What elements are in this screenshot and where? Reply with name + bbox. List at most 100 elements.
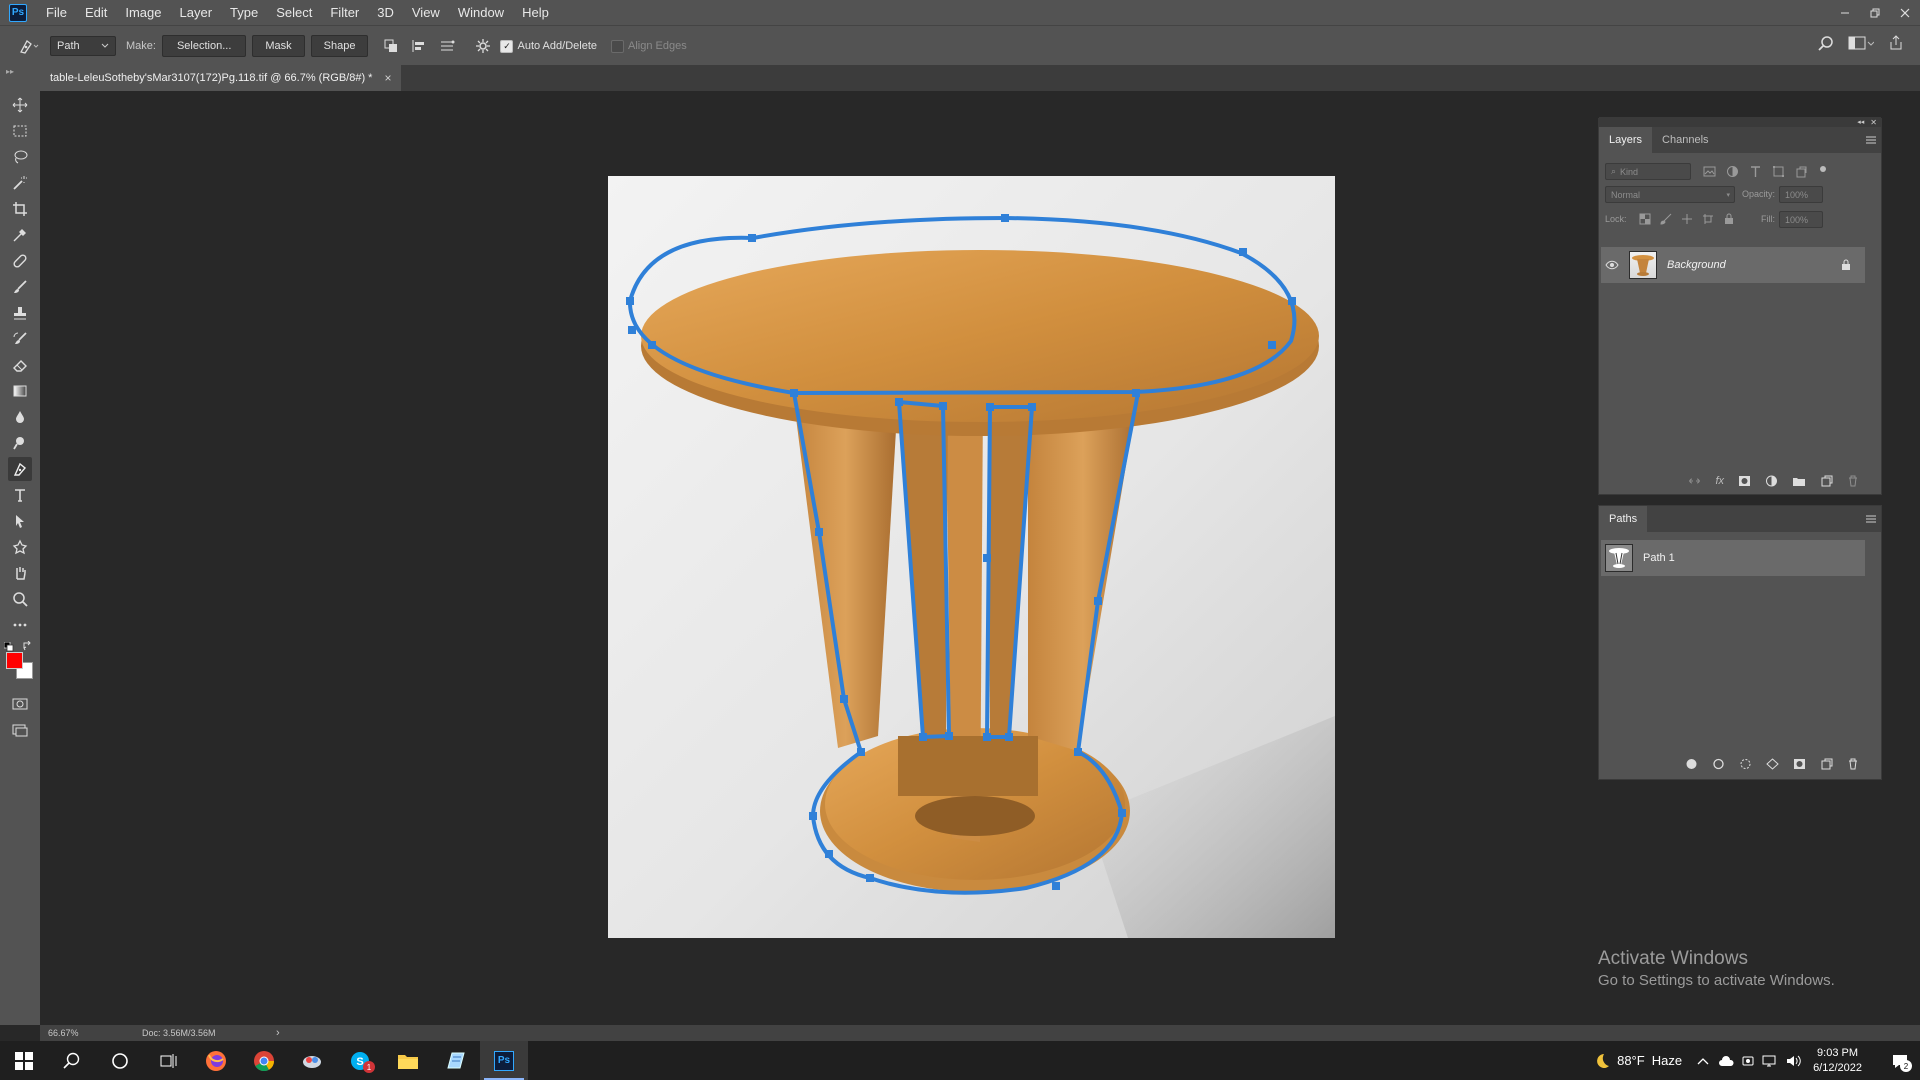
chevron-up-icon[interactable] — [1696, 1054, 1710, 1068]
gradient-tool[interactable] — [8, 379, 32, 403]
menu-window[interactable]: Window — [449, 0, 513, 25]
action-center-button[interactable]: 2 — [1880, 1041, 1920, 1080]
close-document-icon[interactable]: × — [384, 71, 391, 85]
opacity-field[interactable]: 100% — [1779, 186, 1823, 203]
weather-moon-icon[interactable] — [1591, 1052, 1611, 1070]
tab-paths[interactable]: Paths — [1599, 506, 1648, 532]
menu-select[interactable]: Select — [267, 0, 321, 25]
make-shape-button[interactable]: Shape — [310, 35, 369, 57]
taskbar-photoshop[interactable]: Ps — [480, 1041, 528, 1080]
magic-wand-tool[interactable] — [8, 171, 32, 195]
auto-add-delete-option[interactable]: ✓ Auto Add/Delete — [500, 39, 597, 53]
history-brush-tool[interactable] — [8, 327, 32, 351]
taskbar-firefox[interactable] — [192, 1041, 240, 1080]
align-edges-checkbox[interactable] — [611, 39, 624, 53]
swap-colors-icon[interactable] — [23, 640, 33, 654]
document-canvas[interactable] — [608, 176, 1335, 938]
stroke-path-icon[interactable] — [1712, 758, 1725, 770]
filter-smart-object-icon[interactable] — [1795, 165, 1808, 178]
crop-tool[interactable] — [8, 197, 32, 221]
taskbar-skype[interactable]: S 1 — [336, 1041, 384, 1080]
menu-edit[interactable]: Edit — [76, 0, 116, 25]
filter-type-icon[interactable] — [1749, 165, 1762, 178]
path-name[interactable]: Path 1 — [1643, 552, 1675, 564]
webcam-icon[interactable] — [1741, 1054, 1755, 1068]
tool-preset-picker[interactable] — [14, 31, 44, 61]
layer-name[interactable]: Background — [1667, 259, 1726, 271]
workspace-icon[interactable] — [1848, 35, 1874, 51]
start-button[interactable] — [0, 1041, 48, 1080]
lock-transparent-icon[interactable] — [1639, 213, 1651, 225]
dodge-tool[interactable] — [8, 431, 32, 455]
load-path-as-selection-icon[interactable] — [1739, 758, 1752, 770]
status-menu-arrow-icon[interactable]: › — [276, 1027, 280, 1039]
close-panels-icon[interactable]: ✕ — [1870, 118, 1877, 127]
network-icon[interactable] — [1762, 1054, 1778, 1068]
lock-pixels-brush-icon[interactable] — [1660, 213, 1672, 225]
adjustment-layer-icon[interactable] — [1765, 475, 1778, 487]
foreground-color-swatch[interactable] — [6, 652, 23, 669]
healing-brush-tool[interactable] — [8, 249, 32, 273]
zoom-tool[interactable] — [8, 587, 32, 611]
lasso-tool[interactable] — [8, 145, 32, 169]
taskbar-notes-app[interactable] — [432, 1041, 480, 1080]
weather-description[interactable]: Haze — [1652, 1053, 1682, 1068]
menu-help[interactable]: Help — [513, 0, 558, 25]
blend-mode-select[interactable]: Normal ▾ — [1605, 186, 1735, 203]
blur-tool[interactable] — [8, 405, 32, 429]
menu-layer[interactable]: Layer — [171, 0, 222, 25]
layer-row-background[interactable]: Background — [1601, 247, 1865, 283]
screen-mode-button[interactable] — [8, 718, 32, 742]
auto-add-delete-checkbox[interactable]: ✓ — [500, 39, 514, 53]
taskbar-chrome[interactable] — [240, 1041, 288, 1080]
tool-mode-select[interactable]: Path — [50, 36, 116, 56]
create-new-path-icon[interactable] — [1820, 758, 1833, 770]
path-alignment-button[interactable] — [408, 35, 430, 57]
new-layer-icon[interactable] — [1820, 475, 1833, 487]
move-tool[interactable] — [8, 93, 32, 117]
quick-mask-button[interactable] — [8, 692, 32, 716]
collapse-toolbar-icon[interactable]: ▸▸ — [6, 67, 14, 76]
share-icon[interactable] — [1888, 35, 1904, 51]
document-tab[interactable]: table-LeleuSotheby'sMar3107(172)Pg.118.t… — [40, 65, 402, 91]
custom-shape-tool[interactable] — [8, 535, 32, 559]
type-tool[interactable] — [8, 483, 32, 507]
lock-position-move-icon[interactable] — [1681, 213, 1693, 225]
taskbar-search-button[interactable] — [48, 1041, 96, 1080]
hand-tool[interactable] — [8, 561, 32, 585]
layer-visibility-toggle[interactable] — [1601, 260, 1623, 270]
lock-all-icon[interactable] — [1723, 213, 1735, 225]
volume-icon[interactable] — [1785, 1054, 1801, 1068]
add-mask-icon[interactable] — [1738, 475, 1751, 487]
trash-icon[interactable] — [1847, 475, 1859, 487]
path-operations-button[interactable] — [380, 35, 402, 57]
paths-panel-menu-icon[interactable] — [1861, 506, 1881, 532]
make-work-path-icon[interactable] — [1766, 758, 1779, 770]
add-vector-mask-icon[interactable] — [1793, 758, 1806, 770]
make-selection-button[interactable]: Selection... — [161, 35, 247, 57]
clone-stamp-tool[interactable] — [8, 301, 32, 325]
tab-layers[interactable]: Layers — [1599, 127, 1653, 153]
brush-tool[interactable] — [8, 275, 32, 299]
delete-path-trash-icon[interactable] — [1847, 758, 1859, 770]
new-group-folder-icon[interactable] — [1792, 475, 1806, 487]
align-edges-option[interactable]: Align Edges — [611, 39, 687, 53]
zoom-level[interactable]: 66.67% — [48, 1028, 118, 1038]
close-window-button[interactable] — [1890, 0, 1920, 25]
fill-path-icon[interactable] — [1685, 758, 1698, 770]
tab-channels[interactable]: Channels — [1652, 127, 1718, 153]
task-view-button[interactable] — [144, 1041, 192, 1080]
path-selection-tool[interactable] — [8, 509, 32, 533]
taskbar-file-explorer[interactable] — [384, 1041, 432, 1080]
pen-settings-button[interactable] — [472, 35, 494, 57]
menu-view[interactable]: View — [403, 0, 449, 25]
onedrive-cloud-icon[interactable] — [1718, 1054, 1734, 1068]
filter-pixel-icon[interactable] — [1703, 165, 1716, 178]
menu-type[interactable]: Type — [221, 0, 267, 25]
filter-adjustment-icon[interactable] — [1726, 165, 1739, 178]
weather-temperature[interactable]: 88°F — [1617, 1053, 1645, 1068]
clock[interactable]: 9:03 PM 6/12/2022 — [1813, 1046, 1862, 1076]
fx-icon[interactable]: fx — [1715, 475, 1724, 487]
menu-filter[interactable]: Filter — [321, 0, 368, 25]
make-mask-button[interactable]: Mask — [252, 35, 305, 57]
